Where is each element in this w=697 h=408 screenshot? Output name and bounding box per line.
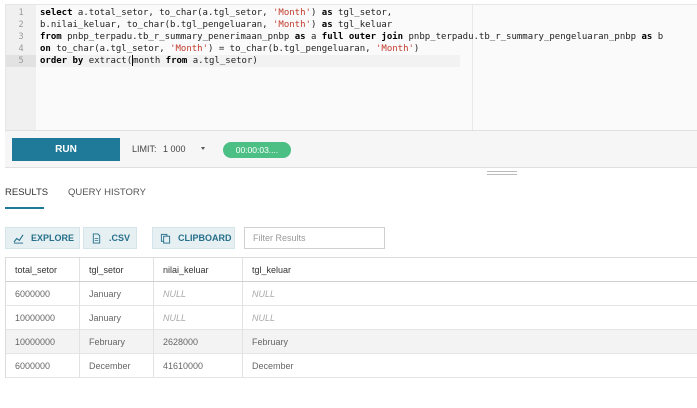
table-cell: 2628000	[154, 330, 243, 353]
results-table: total_setor tgl_setor nilai_keluar tgl_k…	[5, 257, 697, 378]
explore-label: EXPLORE	[31, 233, 75, 243]
line-number: 2	[18, 20, 24, 30]
explore-button[interactable]: EXPLORE	[5, 227, 80, 249]
table-row: 6000000 December 41610000 December	[6, 354, 697, 378]
table-header-row: total_setor tgl_setor nilai_keluar tgl_k…	[6, 258, 697, 282]
code-token: a.total_setor, to_char(a.tgl_setor,	[72, 8, 273, 18]
code-token: 'Month'	[375, 44, 414, 54]
resize-handle[interactable]	[487, 171, 517, 176]
table-cell: January	[80, 306, 154, 329]
code-line[interactable]: on to_char(a.tgl_setor, 'Month') = to_ch…	[40, 43, 419, 55]
sql-editor[interactable]: 1 2 3 4 5 select a.total_setor, to_char(…	[5, 4, 697, 131]
code-token: from	[165, 56, 188, 66]
code-token: tgl_setor,	[332, 8, 393, 18]
code-token: full outer join	[321, 32, 404, 42]
table-row: 10000000 January NULL NULL	[6, 306, 697, 330]
code-line[interactable]: b.nilai_keluar, to_char(b.tgl_pengeluara…	[40, 19, 392, 31]
line-number: 5	[6, 55, 36, 67]
filter-results-input[interactable]	[244, 227, 385, 249]
code-token: 'Month'	[170, 44, 208, 54]
table-cell: December	[252, 360, 294, 371]
code-token: as	[641, 32, 653, 42]
line-number-gutter: 1 2 3 4 5	[6, 5, 36, 131]
line-chart-icon	[13, 234, 24, 244]
code-token: pnbp_terpadu.tb_r_summary_pengeluaran_pn…	[403, 32, 642, 42]
line-number: 3	[18, 32, 24, 42]
code-line[interactable]: select a.total_setor, to_char(a.tgl_seto…	[40, 7, 392, 19]
line-number: 4	[18, 44, 24, 54]
code-token: 'Month'	[273, 8, 311, 18]
table-row: 6000000 January NULL NULL	[6, 282, 697, 306]
code-token: a	[305, 32, 322, 42]
table-cell: 41610000	[154, 354, 243, 377]
table-cell: December	[80, 354, 154, 377]
tab-results[interactable]: RESULTS	[5, 187, 48, 198]
code-token: extract	[83, 56, 127, 66]
code-token: as	[321, 20, 333, 30]
line-number: 1	[18, 8, 24, 18]
code-token: as	[294, 32, 306, 42]
table-cell: February	[252, 336, 289, 347]
table-cell: 10000000	[6, 330, 80, 353]
code-token: ) = to_char(b.tgl_pengeluaran,	[208, 44, 376, 54]
code-token: tgl_keluar	[332, 20, 393, 30]
code-token: on	[40, 44, 51, 54]
code-token: as	[321, 8, 333, 18]
chevron-down-icon[interactable]	[201, 147, 205, 150]
table-cell: January	[80, 282, 154, 305]
table-cell: 6000000	[6, 354, 80, 377]
code-line[interactable]: order by extract(month from a.tgl_setor)	[40, 55, 460, 67]
code-token: )	[310, 8, 322, 18]
code-line[interactable]: from pnbp_terpadu.tb_r_summary_penerimaa…	[40, 31, 663, 43]
column-header[interactable]: tgl_setor	[80, 258, 154, 281]
table-cell: NULL	[154, 306, 243, 329]
code-token: pnbp_terpadu.tb_r_summary_penerimaan_pnb…	[61, 32, 295, 42]
csv-label: .CSV	[109, 233, 131, 243]
code-token: )	[413, 44, 420, 54]
table-cell: 6000000	[6, 282, 80, 305]
file-icon	[92, 232, 101, 244]
code-token: 'Month'	[273, 20, 311, 30]
code-token: month	[133, 56, 166, 66]
code-token: b	[652, 32, 664, 42]
tab-query-history[interactable]: QUERY HISTORY	[68, 187, 146, 198]
table-cell: NULL	[252, 288, 276, 299]
clipboard-label: CLIPBOARD	[178, 233, 232, 243]
clipboard-button[interactable]: CLIPBOARD	[152, 227, 235, 249]
limit-select[interactable]: 1 000	[163, 144, 186, 154]
query-toolbar: RUN LIMIT: 1 000 00:00:03....	[5, 130, 697, 168]
code-token: to_char(a.tgl_setor,	[50, 44, 171, 54]
column-header[interactable]: tgl_keluar	[243, 258, 697, 281]
column-header[interactable]: total_setor	[6, 258, 80, 281]
code-token: select	[40, 8, 73, 18]
limit-label: LIMIT:	[132, 144, 157, 154]
clipboard-icon	[160, 233, 171, 244]
code-token: a.tgl_setor)	[187, 56, 258, 66]
execution-timer-badge: 00:00:03....	[223, 142, 291, 158]
code-token: order by	[40, 56, 84, 66]
code-token: from	[40, 32, 62, 42]
print-margin	[472, 5, 473, 131]
table-row: 10000000 February 2628000 February	[6, 330, 697, 354]
table-cell: February	[80, 330, 154, 353]
active-tab-indicator	[5, 207, 44, 209]
code-token: b.nilai_keluar, to_char(b.tgl_pengeluara…	[40, 20, 273, 30]
table-cell: 10000000	[6, 306, 80, 329]
run-button[interactable]: RUN	[12, 138, 120, 161]
column-header[interactable]: nilai_keluar	[154, 258, 243, 281]
code-token: )	[310, 20, 322, 30]
csv-download-button[interactable]: .CSV	[83, 227, 137, 249]
table-cell: NULL	[154, 282, 243, 305]
table-cell: NULL	[252, 312, 276, 323]
